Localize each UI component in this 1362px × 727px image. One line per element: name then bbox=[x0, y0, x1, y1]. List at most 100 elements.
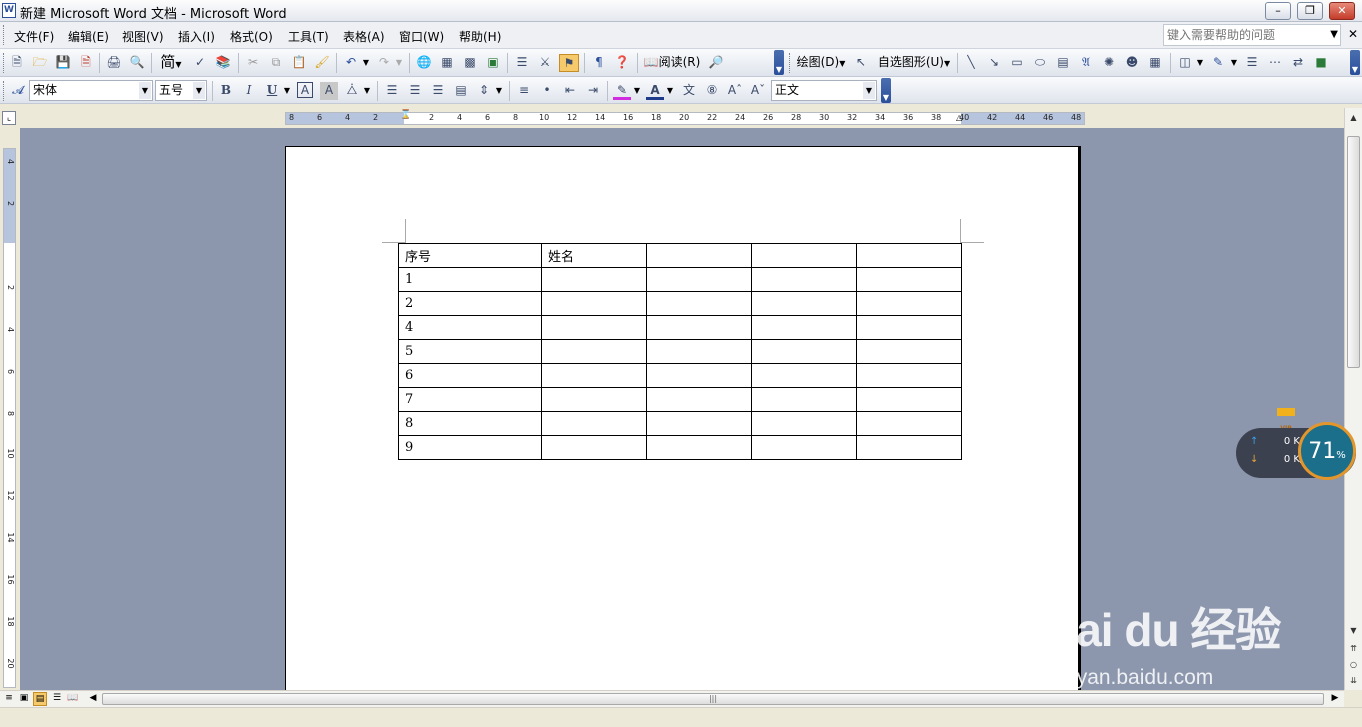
shrink-font-icon[interactable]: Aˇ bbox=[749, 82, 767, 100]
menu-help[interactable]: 帮助(H) bbox=[459, 28, 501, 45]
scroll-down-icon[interactable]: ▼ bbox=[1346, 623, 1361, 638]
normal-view-icon[interactable]: ≡ bbox=[2, 692, 16, 706]
rectangle-icon[interactable]: ▭ bbox=[1008, 54, 1026, 72]
underline-icon[interactable]: U bbox=[263, 82, 281, 100]
table-cell[interactable] bbox=[541, 387, 647, 412]
table-cell[interactable] bbox=[856, 243, 962, 268]
table-cell[interactable] bbox=[541, 411, 647, 436]
vertical-scroll-thumb[interactable] bbox=[1347, 136, 1360, 368]
diagram-icon[interactable]: ✺ bbox=[1100, 54, 1118, 72]
menu-format[interactable]: 格式(O) bbox=[230, 28, 273, 45]
vertical-scrollbar[interactable]: ▲ ▼ ⇈ ○ ⇊ bbox=[1344, 108, 1362, 690]
tables-borders-icon[interactable]: ▦ bbox=[438, 54, 456, 72]
restore-button[interactable]: ❐ bbox=[1297, 2, 1323, 20]
menu-window[interactable]: 窗口(W) bbox=[399, 28, 444, 45]
help-search-box[interactable]: ▼ bbox=[1163, 24, 1341, 46]
indent-marker-icon[interactable]: ⌛ bbox=[400, 110, 411, 120]
hyperlink-icon[interactable]: 🌐 bbox=[415, 54, 433, 72]
table-cell[interactable] bbox=[541, 339, 647, 364]
table-cell[interactable] bbox=[646, 243, 752, 268]
table-cell[interactable] bbox=[751, 315, 857, 340]
dash-style-icon[interactable]: ⋯ bbox=[1266, 54, 1284, 72]
phonetic-guide-icon[interactable]: 文 bbox=[680, 82, 698, 100]
line-color-dropdown-icon[interactable]: ▼ bbox=[1230, 54, 1238, 72]
document-map-icon[interactable]: ⚑ bbox=[559, 54, 579, 72]
table-cell[interactable]: 序号 bbox=[398, 243, 542, 268]
line-color-icon[interactable]: ✎ bbox=[1209, 54, 1227, 72]
save-icon[interactable]: 💾 bbox=[54, 54, 72, 72]
table-cell[interactable] bbox=[856, 387, 962, 412]
memory-usage-gauge[interactable]: 71% bbox=[1298, 422, 1356, 480]
table-cell[interactable] bbox=[541, 315, 647, 340]
underline-dropdown-icon[interactable]: ▼ bbox=[283, 82, 291, 100]
columns-icon[interactable]: ☰ bbox=[513, 54, 531, 72]
print-layout-icon[interactable]: ▤ bbox=[33, 692, 47, 706]
word-app-icon[interactable]: W bbox=[2, 3, 16, 18]
menu-edit[interactable]: 编辑(E) bbox=[68, 28, 109, 45]
line-style-icon[interactable]: ☰ bbox=[1243, 54, 1261, 72]
text-box-icon[interactable]: ▤ bbox=[1054, 54, 1072, 72]
character-shading-icon[interactable]: A bbox=[320, 82, 338, 100]
scroll-up-icon[interactable]: ▲ bbox=[1346, 110, 1361, 125]
bold-icon[interactable]: B bbox=[217, 82, 235, 100]
arrow-icon[interactable]: ↘ bbox=[985, 54, 1003, 72]
table-cell[interactable]: 5 bbox=[398, 339, 542, 364]
font-color-dropdown-icon[interactable]: ▼ bbox=[666, 82, 674, 100]
simplified-chinese-button[interactable]: 简▼ bbox=[157, 54, 185, 72]
new-document-icon[interactable]: 🗎 bbox=[8, 54, 26, 72]
help-pointer-icon[interactable]: ❓ bbox=[613, 54, 631, 72]
table-cell[interactable] bbox=[541, 363, 647, 388]
table-cell[interactable] bbox=[646, 315, 752, 340]
arrow-style-icon[interactable]: ⇄ bbox=[1289, 54, 1307, 72]
document-page[interactable]: 序号 姓名 1 2 4 5 6 7 8 9 bbox=[285, 146, 1081, 706]
select-browse-object-icon[interactable]: ○ bbox=[1346, 657, 1361, 672]
autoshapes-button[interactable]: 自选图形(U)▼ bbox=[876, 54, 952, 72]
print-icon[interactable]: 🖨 bbox=[105, 54, 123, 72]
formatting-toolbar-chevron[interactable]: ▼ bbox=[881, 78, 891, 103]
bullets-icon[interactable]: • bbox=[538, 82, 556, 100]
style-select[interactable]: 正文 ▼ bbox=[771, 80, 877, 101]
outline-view-icon[interactable]: ☰ bbox=[50, 692, 64, 706]
close-document-icon[interactable]: ✕ bbox=[1348, 26, 1358, 44]
research-icon[interactable]: 📚 bbox=[214, 54, 232, 72]
table-cell[interactable]: 姓名 bbox=[541, 243, 647, 268]
menu-table[interactable]: 表格(A) bbox=[343, 28, 385, 45]
table-cell[interactable] bbox=[541, 267, 647, 292]
clip-art-icon[interactable]: ☻ bbox=[1123, 54, 1141, 72]
table-cell[interactable] bbox=[751, 363, 857, 388]
align-center-icon[interactable]: ☰ bbox=[406, 82, 424, 100]
help-search-input[interactable] bbox=[1164, 25, 1324, 45]
tab-selector-icon[interactable]: ⌞ bbox=[2, 111, 16, 125]
format-painter-icon[interactable]: 🖌 bbox=[313, 54, 331, 72]
chevron-down-icon[interactable]: ▼ bbox=[139, 82, 151, 99]
line-spacing-dropdown-icon[interactable]: ▼ bbox=[495, 82, 503, 100]
spelling-icon[interactable]: ✓ bbox=[191, 54, 209, 72]
table-cell[interactable]: 6 bbox=[398, 363, 542, 388]
numbering-icon[interactable]: ≡ bbox=[515, 82, 533, 100]
font-size-select[interactable]: 五号 ▼ bbox=[155, 80, 207, 101]
table-cell[interactable] bbox=[541, 435, 647, 460]
chevron-down-icon[interactable]: ▼ bbox=[1330, 29, 1338, 40]
table-cell[interactable] bbox=[646, 435, 752, 460]
show-hide-icon[interactable]: ¶ bbox=[590, 54, 608, 72]
menu-file[interactable]: 文件(F) bbox=[14, 28, 54, 45]
draw-menu-button[interactable]: 绘图(D)▼ bbox=[795, 54, 847, 72]
minimize-button[interactable]: – bbox=[1265, 2, 1291, 20]
character-scaling-icon[interactable]: ⧊ bbox=[343, 82, 361, 100]
read-mode-button[interactable]: 📖阅读(R) bbox=[643, 54, 701, 72]
table-cell[interactable]: 8 bbox=[398, 411, 542, 436]
table-cell[interactable] bbox=[856, 339, 962, 364]
picture-icon[interactable]: ▦ bbox=[1146, 54, 1164, 72]
right-indent-marker-icon[interactable]: △ bbox=[956, 113, 962, 122]
highlight-dropdown-icon[interactable]: ▼ bbox=[633, 82, 641, 100]
distributed-icon[interactable]: ▤ bbox=[452, 82, 470, 100]
table-cell[interactable] bbox=[751, 243, 857, 268]
web-layout-icon[interactable]: ▣ bbox=[17, 692, 31, 706]
reading-layout-icon[interactable]: 📖 bbox=[66, 692, 80, 706]
table-cell[interactable] bbox=[856, 267, 962, 292]
insert-excel-icon[interactable]: ▣ bbox=[484, 54, 502, 72]
fill-color-icon[interactable]: ◫ bbox=[1176, 54, 1194, 72]
table-cell[interactable]: 7 bbox=[398, 387, 542, 412]
wordart-icon[interactable]: 𝔄 bbox=[1077, 54, 1095, 72]
highlight-icon[interactable]: ✎ bbox=[613, 82, 631, 100]
